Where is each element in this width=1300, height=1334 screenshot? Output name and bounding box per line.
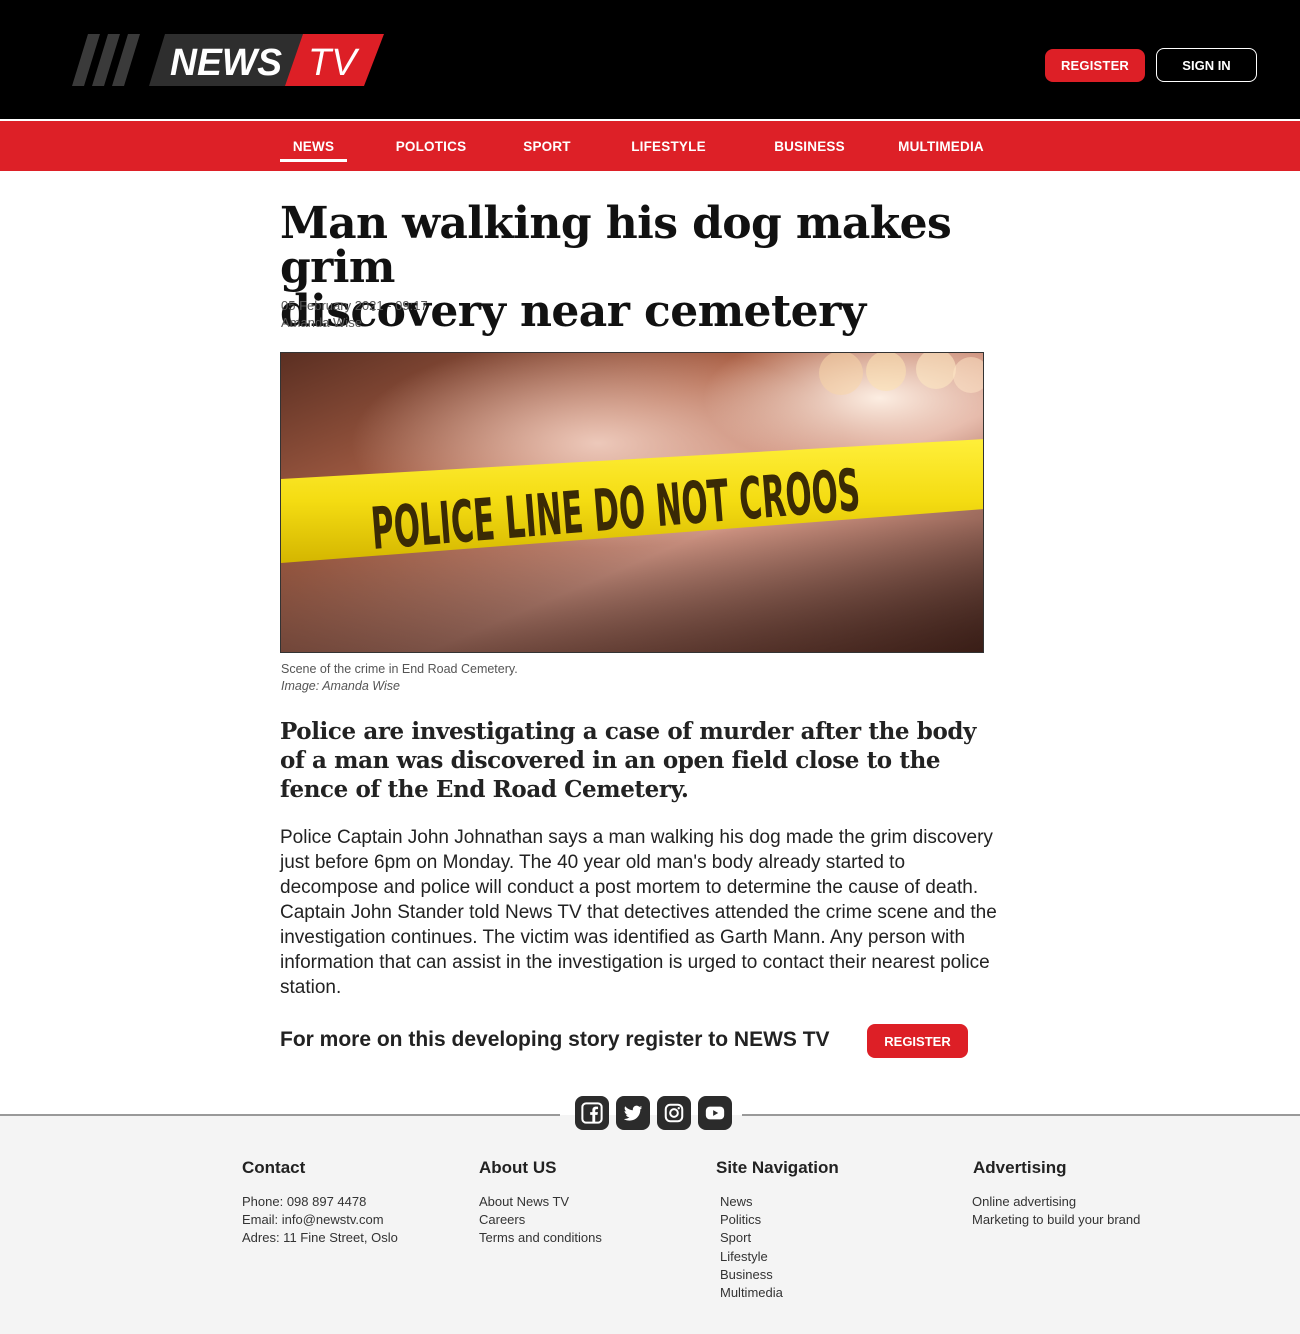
footer-link-about-news-tv[interactable]: About News TV <box>479 1193 602 1211</box>
image-caption: Scene of the crime in End Road Cemetery. <box>281 662 518 676</box>
footer-link-news[interactable]: News <box>716 1193 839 1211</box>
article-headline: Man walking his dog makes grim discovery… <box>280 202 1020 334</box>
nav-item-multimedia[interactable]: MULTIMEDIA <box>893 121 989 171</box>
twitter-icon[interactable] <box>616 1096 650 1130</box>
footer-contact-column: Contact Phone: 098 897 4478 Email: info@… <box>242 1158 398 1248</box>
footer-divider-left <box>0 1114 560 1116</box>
facebook-icon[interactable] <box>575 1096 609 1130</box>
footer-link-politics[interactable]: Politics <box>716 1211 839 1229</box>
footer-divider-right <box>742 1114 1300 1116</box>
image-credit: Image: Amanda Wise <box>281 679 400 693</box>
headline-line-1: Man walking his dog makes grim <box>280 198 952 293</box>
footer-link-lifestyle[interactable]: Lifestyle <box>716 1248 839 1266</box>
register-cta-button[interactable]: REGISTER <box>867 1024 968 1058</box>
logo-news-text: NEWS <box>170 42 282 84</box>
top-header: NEWS TV REGISTER SIGN IN <box>0 0 1300 119</box>
nav-item-sport[interactable]: SPORT <box>514 121 580 171</box>
register-cta-text: For more on this developing story regist… <box>280 1028 830 1051</box>
footer-phone: Phone: 098 897 4478 <box>242 1194 367 1209</box>
article-lede: Police are investigating a case of murde… <box>280 718 977 803</box>
footer-link-multimedia[interactable]: Multimedia <box>716 1284 839 1302</box>
footer-advertising-title: Advertising <box>973 1158 1067 1177</box>
sign-in-button[interactable]: SIGN IN <box>1156 48 1257 82</box>
footer-link-terms[interactable]: Terms and conditions <box>479 1229 602 1247</box>
article-body: Police Captain John Johnathan says a man… <box>280 827 997 998</box>
footer-email[interactable]: Email: info@newstv.com <box>242 1211 398 1229</box>
nav-active-indicator <box>280 159 347 162</box>
footer-advertising-column: Advertising Online advertising Marketing… <box>972 1158 1140 1229</box>
footer-link-sport[interactable]: Sport <box>716 1229 839 1247</box>
footer-site-nav-title: Site Navigation <box>716 1158 839 1177</box>
article-author: Amanda Wise <box>281 315 362 330</box>
register-button[interactable]: REGISTER <box>1045 49 1145 82</box>
footer-link-marketing[interactable]: Marketing to build your brand <box>972 1211 1140 1229</box>
nav-item-business[interactable]: BUSINESS <box>768 121 851 171</box>
footer-link-online-advertising[interactable]: Online advertising <box>972 1193 1140 1211</box>
nav-item-politics[interactable]: POLOTICS <box>390 121 472 171</box>
footer-link-business[interactable]: Business <box>716 1266 839 1284</box>
article-hero-image: POLICE LINE DO NOT CROOS <box>280 352 984 653</box>
footer-address: Adres: 11 Fine Street, Oslo <box>242 1230 398 1246</box>
police-tape-image: POLICE LINE DO NOT CROOS <box>281 353 983 652</box>
nav-item-news[interactable]: NEWS <box>280 121 347 171</box>
main-nav: NEWS POLOTICS SPORT LIFESTYLE BUSINESS M… <box>0 121 1300 171</box>
logo-tv-text: TV <box>308 42 360 84</box>
footer-link-careers[interactable]: Careers <box>479 1211 602 1229</box>
article-date: 05 February 2021 - 09:17 <box>281 298 428 313</box>
footer-contact-title: Contact <box>242 1158 306 1177</box>
news-tv-logo[interactable]: NEWS TV <box>72 34 387 86</box>
youtube-icon[interactable] <box>698 1096 732 1130</box>
footer-site-nav-column: Site Navigation News Politics Sport Life… <box>716 1158 839 1302</box>
instagram-icon[interactable] <box>657 1096 691 1130</box>
footer-about-title: About US <box>479 1158 557 1177</box>
footer-about-column: About US About News TV Careers Terms and… <box>479 1158 602 1248</box>
nav-item-lifestyle[interactable]: LIFESTYLE <box>625 121 712 171</box>
